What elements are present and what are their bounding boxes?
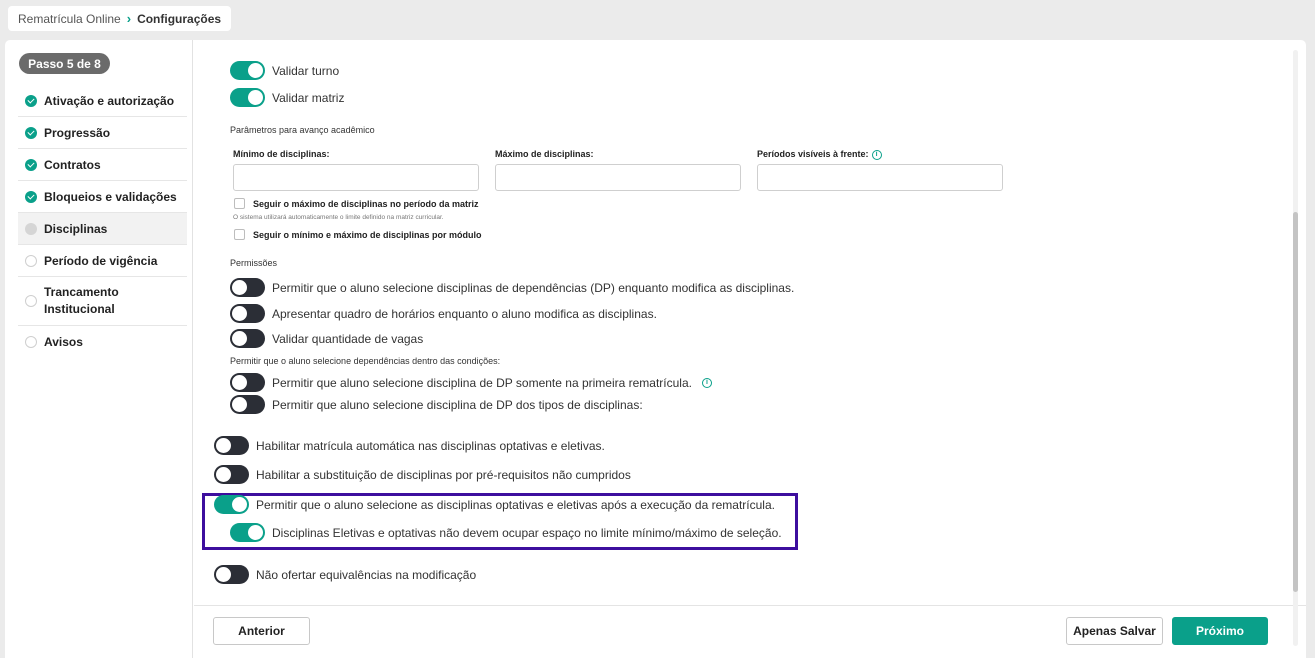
toggle-row-dp-primeira: Permitir que aluno selecione disciplina … xyxy=(230,373,712,392)
sidebar-item-contratos[interactable]: Contratos xyxy=(18,149,187,181)
sidebar-item-label: Avisos xyxy=(44,335,83,349)
info-icon[interactable]: i xyxy=(701,377,712,388)
max-disciplinas-label: Máximo de disciplinas: xyxy=(495,149,594,159)
pending-step-icon xyxy=(25,295,37,307)
toggle-label: Habilitar a substituição de disciplinas … xyxy=(256,467,631,482)
pending-step-icon xyxy=(25,336,37,348)
sidebar-item-label: Período de vigência xyxy=(44,253,158,268)
sidebar-item-trancamento[interactable]: Trancamento Institucional xyxy=(18,277,187,326)
toggle-row-validar-matriz: Validar matriz xyxy=(230,88,344,107)
substituicao-prerequisitos-toggle[interactable] xyxy=(214,465,249,484)
checkbox-row-modulo: Seguir o mínimo e máximo de disciplinas … xyxy=(234,229,482,240)
modulo-checkbox[interactable] xyxy=(234,229,245,240)
anterior-button[interactable]: Anterior xyxy=(213,617,310,645)
toggle-row-matricula-automatica: Habilitar matrícula automática nas disci… xyxy=(214,436,605,455)
toggle-label: Permitir que aluno selecione disciplina … xyxy=(272,375,692,390)
toggle-row-dp-tipos: Permitir que aluno selecione disciplina … xyxy=(230,395,643,414)
dp-conditions-title: Permitir que o aluno selecione dependênc… xyxy=(230,356,501,366)
toggle-label: Permitir que o aluno selecione disciplin… xyxy=(272,280,795,295)
scrollbar[interactable] xyxy=(1293,50,1298,646)
sidebar-item-bloqueios[interactable]: Bloqueios e validações xyxy=(18,181,187,213)
academic-section-title: Parâmetros para avanço acadêmico xyxy=(230,125,375,135)
min-disciplinas-label: Mínimo de disciplinas: xyxy=(233,149,330,159)
dp-tipos-disciplinas-toggle[interactable] xyxy=(230,395,265,414)
sidebar-item-ativacao[interactable]: Ativação e autorização xyxy=(18,85,187,117)
pending-step-icon xyxy=(25,254,37,267)
sidebar-item-label: Disciplinas xyxy=(44,221,108,236)
main-content: Validar turno Validar matriz Parâmetros … xyxy=(194,40,1306,658)
check-circle-icon xyxy=(25,158,37,171)
steps-sidebar: Passo 5 de 8 Ativação e autorização Prog… xyxy=(5,40,193,658)
toggle-label: Permitir que aluno selecione disciplina … xyxy=(272,397,643,412)
info-icon[interactable]: i xyxy=(871,149,882,160)
steps-list: Ativação e autorização Progressão Contra… xyxy=(18,85,187,358)
sidebar-item-label: Ativação e autorização xyxy=(44,93,175,108)
sidebar-item-label: Contratos xyxy=(44,157,101,172)
periodos-visiveis-label-wrap: Períodos visíveis à frente: i xyxy=(757,149,882,160)
sidebar-item-disciplinas[interactable]: Disciplinas xyxy=(18,213,187,245)
check-circle-icon xyxy=(25,190,37,203)
max-disciplinas-input[interactable] xyxy=(495,164,741,191)
sidebar-item-periodo-vigencia[interactable]: Período de vigência xyxy=(18,245,187,277)
check-circle-icon xyxy=(25,94,37,107)
sidebar-item-label: Trancamento Institucional xyxy=(44,285,119,316)
permitir-dp-toggle[interactable] xyxy=(230,278,265,297)
toggle-row-substituicao: Habilitar a substituição de disciplinas … xyxy=(214,465,631,484)
step-badge: Passo 5 de 8 xyxy=(19,53,110,74)
sidebar-item-avisos[interactable]: Avisos xyxy=(18,326,187,358)
toggle-label: Não ofertar equivalências na modificação xyxy=(256,567,477,582)
settings-card: Passo 5 de 8 Ativação e autorização Prog… xyxy=(5,40,1306,658)
validar-matriz-toggle[interactable] xyxy=(230,88,265,107)
toggle-row-equivalencias: Não ofertar equivalências na modificação xyxy=(214,565,476,584)
matricula-automatica-toggle[interactable] xyxy=(214,436,249,455)
max-periodo-hint: O sistema utilizará automaticamente o li… xyxy=(233,214,444,221)
footer-divider xyxy=(194,605,1306,606)
checkbox-row-max-periodo: Seguir o máximo de disciplinas no períod… xyxy=(234,198,479,209)
breadcrumb: Rematrícula Online › Configurações xyxy=(8,6,232,31)
sidebar-item-label: Bloqueios e validações xyxy=(44,189,177,204)
proximo-button[interactable]: Próximo xyxy=(1172,617,1268,645)
periodos-visiveis-label: Períodos visíveis à frente: xyxy=(757,149,869,159)
toggle-row-optativas-apos: Permitir que o aluno selecione as discip… xyxy=(214,495,775,514)
optativas-apos-rematricula-toggle[interactable] xyxy=(214,495,249,514)
breadcrumb-current: Configurações xyxy=(137,11,222,26)
sidebar-item-progressao[interactable]: Progressão xyxy=(18,117,187,149)
toggle-label: Validar quantidade de vagas xyxy=(272,331,424,346)
permissions-section-title: Permissões xyxy=(230,258,278,268)
sidebar-item-label: Progressão xyxy=(44,125,111,140)
validar-turno-toggle[interactable] xyxy=(230,61,265,80)
checkbox-label: Seguir o máximo de disciplinas no períod… xyxy=(253,198,479,209)
eletivas-limite-toggle[interactable] xyxy=(230,523,265,542)
toggle-row-permissao-dp: Permitir que o aluno selecione disciplin… xyxy=(230,278,794,297)
checkbox-label: Seguir o mínimo e máximo de disciplinas … xyxy=(253,229,482,240)
toggle-label: Apresentar quadro de horários enquanto o… xyxy=(272,306,657,321)
toggle-label: Habilitar matrícula automática nas disci… xyxy=(256,438,605,453)
scrollbar-thumb[interactable] xyxy=(1293,212,1298,592)
chevron-right-icon: › xyxy=(126,11,132,26)
quadro-horarios-toggle[interactable] xyxy=(230,304,265,323)
toggle-row-validar-vagas: Validar quantidade de vagas xyxy=(230,329,423,348)
toggle-row-validar-turno: Validar turno xyxy=(230,61,339,80)
check-circle-icon xyxy=(25,126,37,139)
toggle-label: Validar turno xyxy=(272,63,340,78)
toggle-label: Permitir que o aluno selecione as discip… xyxy=(256,497,775,512)
toggle-label: Validar matriz xyxy=(272,90,345,105)
periodos-visiveis-input[interactable] xyxy=(757,164,1003,191)
apenas-salvar-button[interactable]: Apenas Salvar xyxy=(1066,617,1163,645)
validar-vagas-toggle[interactable] xyxy=(230,329,265,348)
breadcrumb-root[interactable]: Rematrícula Online xyxy=(18,12,121,26)
current-step-icon xyxy=(25,222,37,235)
dp-primeira-rematricula-toggle[interactable] xyxy=(230,373,265,392)
toggle-row-quadro-horarios: Apresentar quadro de horários enquanto o… xyxy=(230,304,657,323)
min-disciplinas-input[interactable] xyxy=(233,164,479,191)
nao-ofertar-equivalencias-toggle[interactable] xyxy=(214,565,249,584)
toggle-label: Disciplinas Eletivas e optativas não dev… xyxy=(272,525,782,540)
toggle-row-eletivas-limite: Disciplinas Eletivas e optativas não dev… xyxy=(230,523,782,542)
max-periodo-checkbox[interactable] xyxy=(234,198,245,209)
